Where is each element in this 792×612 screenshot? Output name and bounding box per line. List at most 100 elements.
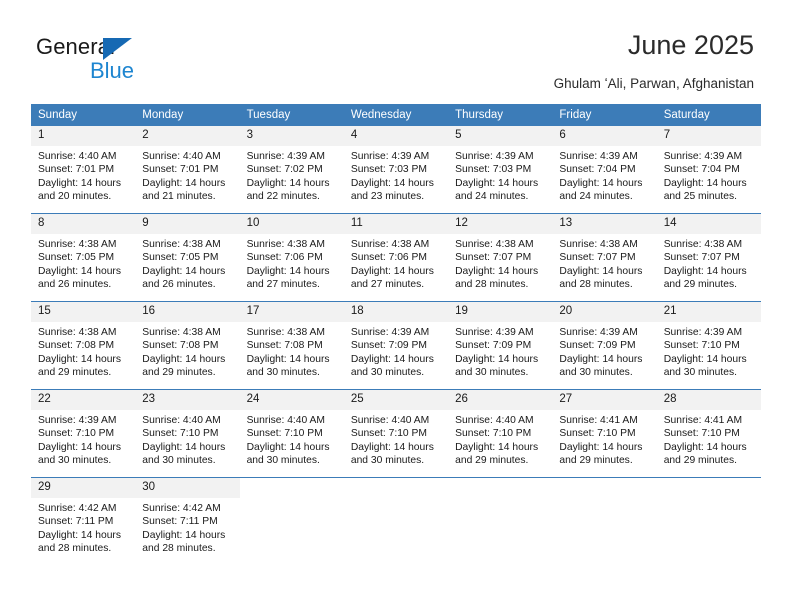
daylight-text-line1: Daylight: 14 hours: [246, 265, 330, 277]
calendar-day-cell[interactable]: 11 Sunrise: 4:38 AM Sunset: 7:06 PM Dayl…: [343, 213, 449, 302]
daylight-text-line1: Daylight: 14 hours: [246, 177, 330, 189]
calendar-day-cell[interactable]: 3 Sunrise: 4:39 AM Sunset: 7:02 PM Dayli…: [239, 125, 344, 214]
calendar-day-cell[interactable]: 7 Sunrise: 4:39 AM Sunset: 7:04 PM Dayli…: [656, 125, 761, 214]
sunrise-text: Sunrise: 4:38 AM: [663, 239, 743, 250]
daylight-text-line1: Daylight: 14 hours: [455, 265, 539, 277]
daylight-text-line1: Daylight: 14 hours: [38, 353, 121, 365]
day-details: Sunrise: 4:39 AM Sunset: 7:10 PM Dayligh…: [657, 322, 761, 380]
sunrise-text: Sunrise: 4:40 AM: [38, 151, 117, 162]
daylight-text-line1: Daylight: 14 hours: [663, 353, 747, 365]
sunrise-text: Sunrise: 4:42 AM: [38, 503, 117, 514]
sunrise-text: Sunrise: 4:40 AM: [142, 151, 221, 162]
day-number: [552, 478, 657, 498]
sunset-text: Sunset: 7:04 PM: [559, 164, 636, 176]
daylight-text-line2: and 30 minutes.: [455, 367, 529, 379]
daylight-text-line2: and 28 minutes.: [142, 543, 216, 555]
day-details: Sunrise: 4:40 AM Sunset: 7:01 PM Dayligh…: [135, 146, 239, 204]
daylight-text-line2: and 23 minutes.: [350, 191, 425, 203]
day-details: Sunrise: 4:39 AM Sunset: 7:09 PM Dayligh…: [552, 322, 656, 380]
sunrise-text: Sunrise: 4:39 AM: [350, 327, 430, 338]
day-number: 16: [135, 302, 240, 322]
calendar-day-cell[interactable]: 19 Sunrise: 4:39 AM Sunset: 7:09 PM Dayl…: [448, 301, 553, 390]
calendar-day-cell[interactable]: 16 Sunrise: 4:38 AM Sunset: 7:08 PM Dayl…: [135, 301, 240, 390]
sunrise-text: Sunrise: 4:40 AM: [455, 415, 534, 426]
weekday-header-sunday: Sunday: [31, 104, 136, 126]
daylight-text-line1: Daylight: 14 hours: [455, 353, 539, 365]
sunrise-text: Sunrise: 4:38 AM: [350, 239, 430, 250]
day-details: Sunrise: 4:39 AM Sunset: 7:03 PM Dayligh…: [344, 146, 448, 204]
sunrise-text: Sunrise: 4:39 AM: [663, 327, 743, 338]
calendar-day-cell[interactable]: 29 Sunrise: 4:42 AM Sunset: 7:11 PM Dayl…: [31, 477, 136, 565]
sunset-text: Sunset: 7:08 PM: [142, 340, 219, 352]
sunrise-text: Sunrise: 4:41 AM: [663, 415, 743, 426]
calendar-day-cell[interactable]: 28 Sunrise: 4:41 AM Sunset: 7:10 PM Dayl…: [656, 389, 761, 478]
calendar-day-cell[interactable]: 13 Sunrise: 4:38 AM Sunset: 7:07 PM Dayl…: [552, 213, 657, 302]
daylight-text-line1: Daylight: 14 hours: [455, 441, 539, 453]
sunset-text: Sunset: 7:10 PM: [142, 428, 219, 440]
day-details: Sunrise: 4:38 AM Sunset: 7:07 PM Dayligh…: [657, 234, 761, 292]
daylight-text-line1: Daylight: 14 hours: [350, 441, 434, 453]
calendar-week-row: 15 Sunrise: 4:38 AM Sunset: 7:08 PM Dayl…: [31, 301, 761, 390]
daylight-text-line2: and 29 minutes.: [455, 455, 529, 467]
day-number: 15: [31, 302, 136, 322]
calendar-day-cell-empty: [656, 477, 761, 565]
calendar-day-cell[interactable]: 23 Sunrise: 4:40 AM Sunset: 7:10 PM Dayl…: [135, 389, 240, 478]
sunset-text: Sunset: 7:05 PM: [142, 252, 219, 264]
calendar-day-cell[interactable]: 26 Sunrise: 4:40 AM Sunset: 7:10 PM Dayl…: [448, 389, 553, 478]
weekday-header-tuesday: Tuesday: [239, 104, 344, 126]
daylight-text-line2: and 22 minutes.: [246, 191, 320, 203]
sunrise-text: Sunrise: 4:39 AM: [455, 327, 534, 338]
day-details: Sunrise: 4:39 AM Sunset: 7:03 PM Dayligh…: [448, 146, 552, 204]
calendar-day-cell[interactable]: 1 Sunrise: 4:40 AM Sunset: 7:01 PM Dayli…: [31, 125, 136, 214]
calendar-day-cell[interactable]: 17 Sunrise: 4:38 AM Sunset: 7:08 PM Dayl…: [239, 301, 344, 390]
weekday-header-wednesday: Wednesday: [343, 104, 449, 126]
day-details: Sunrise: 4:39 AM Sunset: 7:09 PM Dayligh…: [448, 322, 552, 380]
calendar-day-cell[interactable]: 2 Sunrise: 4:40 AM Sunset: 7:01 PM Dayli…: [135, 125, 240, 214]
calendar-day-cell[interactable]: 15 Sunrise: 4:38 AM Sunset: 7:08 PM Dayl…: [31, 301, 136, 390]
calendar-day-cell[interactable]: 30 Sunrise: 4:42 AM Sunset: 7:11 PM Dayl…: [135, 477, 240, 565]
page-subtitle-location: Ghulam ʻAli, Parwan, Afghanistan: [553, 76, 754, 91]
calendar-day-cell[interactable]: 20 Sunrise: 4:39 AM Sunset: 7:09 PM Dayl…: [552, 301, 657, 390]
calendar-day-cell[interactable]: 12 Sunrise: 4:38 AM Sunset: 7:07 PM Dayl…: [448, 213, 553, 302]
page-title: June 2025: [627, 30, 754, 60]
daylight-text-line1: Daylight: 14 hours: [350, 177, 434, 189]
sunset-text: Sunset: 7:08 PM: [246, 340, 323, 352]
calendar-day-cell[interactable]: 9 Sunrise: 4:38 AM Sunset: 7:05 PM Dayli…: [135, 213, 240, 302]
daylight-text-line2: and 30 minutes.: [38, 455, 112, 467]
calendar-day-cell[interactable]: 8 Sunrise: 4:38 AM Sunset: 7:05 PM Dayli…: [31, 213, 136, 302]
day-details: Sunrise: 4:39 AM Sunset: 7:09 PM Dayligh…: [344, 322, 448, 380]
calendar-day-cell[interactable]: 21 Sunrise: 4:39 AM Sunset: 7:10 PM Dayl…: [656, 301, 761, 390]
day-number: [656, 478, 761, 498]
daylight-text-line1: Daylight: 14 hours: [663, 177, 747, 189]
day-number: 26: [448, 390, 553, 410]
sunrise-text: Sunrise: 4:39 AM: [663, 151, 743, 162]
calendar-day-cell[interactable]: 10 Sunrise: 4:38 AM Sunset: 7:06 PM Dayl…: [239, 213, 344, 302]
daylight-text-line2: and 30 minutes.: [142, 455, 216, 467]
day-details: Sunrise: 4:38 AM Sunset: 7:06 PM Dayligh…: [240, 234, 344, 292]
sunset-text: Sunset: 7:08 PM: [38, 340, 115, 352]
calendar-day-cell[interactable]: 24 Sunrise: 4:40 AM Sunset: 7:10 PM Dayl…: [239, 389, 344, 478]
calendar-day-cell[interactable]: 25 Sunrise: 4:40 AM Sunset: 7:10 PM Dayl…: [343, 389, 449, 478]
daylight-text-line2: and 30 minutes.: [559, 367, 633, 379]
calendar-day-cell[interactable]: 4 Sunrise: 4:39 AM Sunset: 7:03 PM Dayli…: [343, 125, 449, 214]
calendar-week-row: 8 Sunrise: 4:38 AM Sunset: 7:05 PM Dayli…: [31, 213, 761, 302]
calendar-day-cell[interactable]: 14 Sunrise: 4:38 AM Sunset: 7:07 PM Dayl…: [656, 213, 761, 302]
calendar-day-cell[interactable]: 6 Sunrise: 4:39 AM Sunset: 7:04 PM Dayli…: [552, 125, 657, 214]
day-number: 2: [135, 126, 240, 146]
day-number: [448, 478, 553, 498]
weekday-header-saturday: Saturday: [656, 104, 761, 126]
day-details: Sunrise: 4:41 AM Sunset: 7:10 PM Dayligh…: [552, 410, 656, 468]
calendar-day-cell[interactable]: 18 Sunrise: 4:39 AM Sunset: 7:09 PM Dayl…: [343, 301, 449, 390]
daylight-text-line2: and 21 minutes.: [142, 191, 216, 203]
calendar-page: General Blue June 2025 Ghulam ʻAli, Parw…: [0, 0, 792, 612]
sunset-text: Sunset: 7:09 PM: [350, 340, 427, 352]
daylight-text-line2: and 30 minutes.: [246, 367, 320, 379]
calendar-day-cell[interactable]: 27 Sunrise: 4:41 AM Sunset: 7:10 PM Dayl…: [552, 389, 657, 478]
sunrise-text: Sunrise: 4:39 AM: [246, 151, 325, 162]
calendar-day-cell[interactable]: 5 Sunrise: 4:39 AM Sunset: 7:03 PM Dayli…: [448, 125, 553, 214]
page-header: General Blue June 2025 Ghulam ʻAli, Parw…: [0, 0, 792, 100]
sunrise-text: Sunrise: 4:39 AM: [559, 327, 638, 338]
calendar-day-cell[interactable]: 22 Sunrise: 4:39 AM Sunset: 7:10 PM Dayl…: [31, 389, 136, 478]
day-number: 23: [135, 390, 240, 410]
sunrise-text: Sunrise: 4:38 AM: [246, 239, 325, 250]
